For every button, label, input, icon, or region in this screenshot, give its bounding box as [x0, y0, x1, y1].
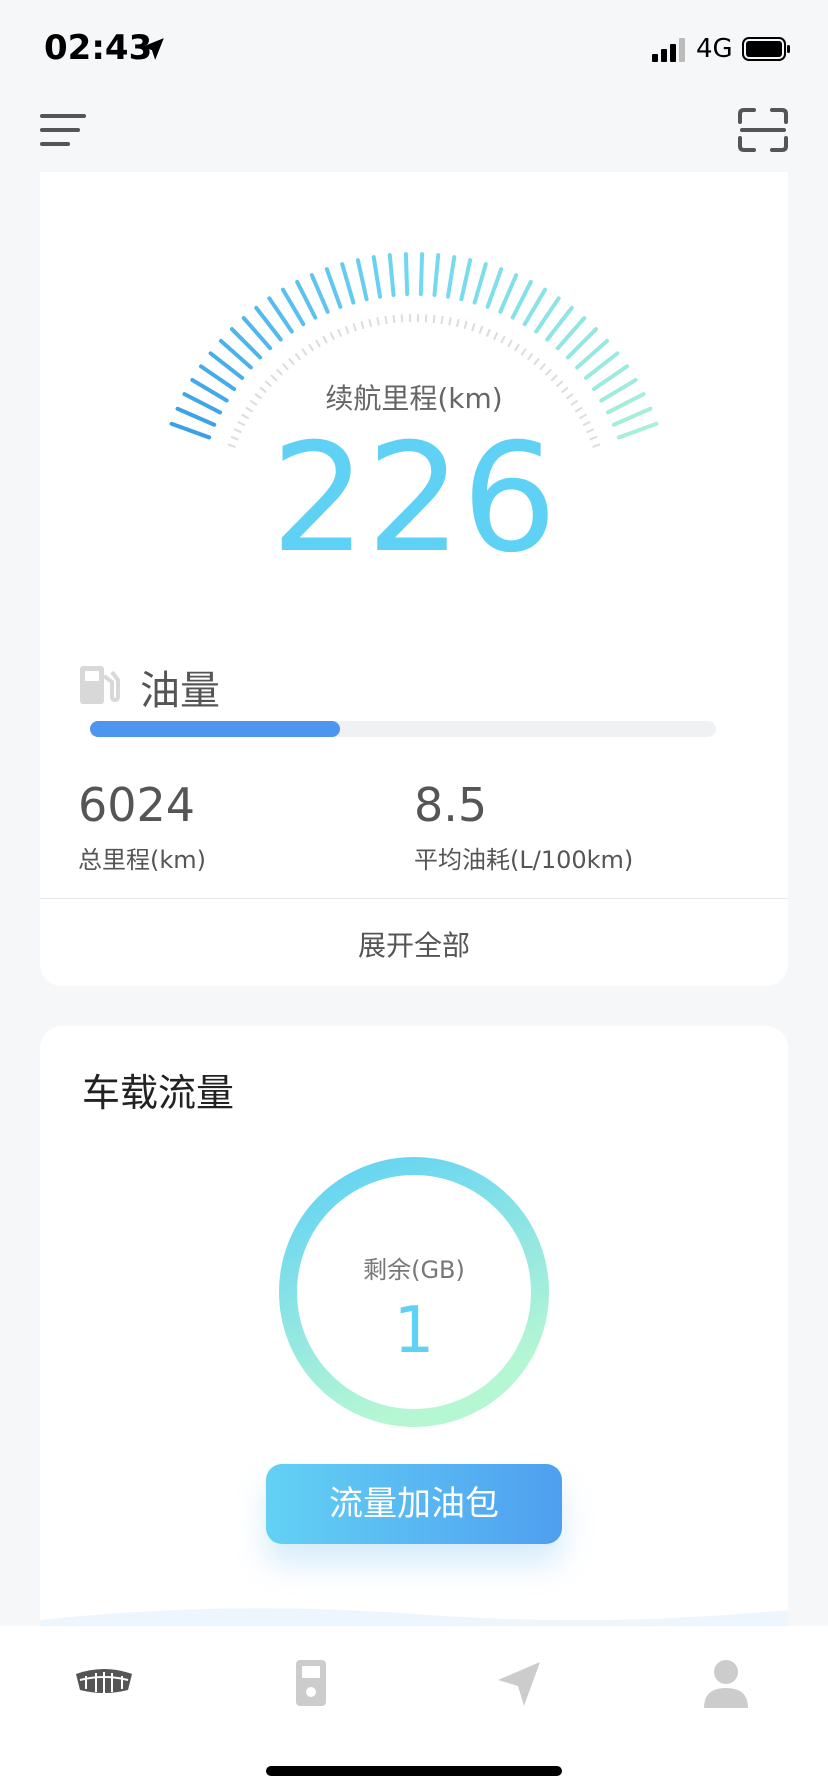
fuel-pump-icon — [80, 666, 120, 704]
gauge-minor-tick — [463, 320, 468, 330]
gauge-minor-tick — [281, 363, 289, 371]
gauge-minor-tick — [432, 314, 436, 324]
gauge-minor-tick — [485, 328, 491, 337]
gauge-minor-tick — [301, 348, 308, 356]
divider — [40, 898, 788, 899]
gauge-minor-tick — [352, 323, 357, 332]
gauge-minor-tick — [455, 318, 460, 328]
gauge-minor-tick — [368, 318, 373, 328]
gauge-minor-tick — [344, 325, 350, 334]
gauge-minor-tick — [360, 320, 365, 330]
tab-navigation-icon[interactable] — [490, 1656, 550, 1712]
tab-car-grille-icon[interactable] — [74, 1656, 134, 1712]
gauge-minor-tick — [471, 323, 476, 332]
gauge-minor-tick — [440, 315, 444, 325]
gauge-tick — [309, 273, 330, 314]
remaining-value: 1 — [393, 1294, 435, 1368]
gauge-minor-tick — [507, 339, 513, 348]
status-time: 02:43 — [44, 28, 153, 68]
gauge-tick — [522, 287, 547, 327]
gauge-tick — [355, 258, 369, 302]
battery-icon — [742, 37, 790, 61]
gauge-tick — [446, 255, 457, 299]
gauge-tick — [324, 267, 343, 309]
gauge-minor-tick — [329, 332, 335, 341]
status-bar: 02:43 4G — [0, 0, 828, 100]
gauge-tick — [510, 279, 533, 320]
home-indicator — [266, 1766, 562, 1776]
fuel-level-bar — [90, 721, 716, 737]
gauge-minor-tick — [478, 325, 484, 334]
data-card-title: 车载流量 — [82, 1071, 235, 1115]
network-type: 4G — [696, 34, 733, 64]
scan-icon[interactable] — [736, 106, 790, 154]
top-nav — [0, 100, 828, 176]
gauge-minor-tick — [493, 332, 499, 341]
tab-fuel-pump-icon[interactable] — [282, 1656, 342, 1712]
gauge-minor-tick — [513, 343, 520, 352]
gauge-tick — [472, 262, 488, 305]
avg-consumption-label: 平均油耗(L/100km) — [414, 846, 634, 874]
gauge-tick — [403, 252, 410, 297]
total-mileage-value: 6024 — [78, 778, 196, 832]
range-value: 226 — [270, 412, 558, 586]
data-remaining-ring — [279, 1157, 549, 1427]
gauge-minor-tick — [337, 328, 343, 337]
gauge-minor-tick — [539, 363, 547, 371]
remaining-label: 剩余(GB) — [363, 1256, 465, 1284]
tab-user-icon[interactable] — [696, 1656, 756, 1712]
location-arrow-icon — [142, 38, 164, 60]
gauge-minor-tick — [288, 357, 295, 366]
gauge-minor-tick — [448, 317, 452, 326]
fuel-label: 油量 — [140, 668, 220, 714]
gauge-minor-tick — [545, 368, 553, 376]
gauge-tick — [459, 258, 473, 302]
gauge-minor-tick — [322, 335, 328, 344]
gauge-minor-tick — [520, 348, 527, 356]
fuel-level-fill — [90, 721, 341, 737]
gauge-tick — [371, 255, 382, 299]
gauge-minor-tick — [315, 339, 321, 348]
gauge-tick — [387, 253, 396, 297]
gauge-minor-tick — [308, 343, 315, 352]
gauge-minor-tick — [294, 352, 302, 361]
gauge-tick — [340, 262, 356, 305]
gauge-minor-tick — [533, 357, 540, 366]
signal-icon — [652, 38, 685, 62]
expand-all-button[interactable]: 展开全部 — [40, 924, 788, 964]
gauge-tick — [418, 252, 425, 297]
data-traffic-card: 车载流量 剩余(GB) 1 流量加油包 — [40, 1026, 788, 1666]
gauge-minor-tick — [384, 315, 388, 325]
data-refill-button[interactable]: 流量加油包 — [266, 1464, 562, 1544]
gauge-minor-tick — [526, 352, 534, 361]
gauge-tick — [295, 279, 318, 320]
total-mileage-label: 总里程(km) — [78, 846, 207, 874]
gauge-tick — [432, 253, 441, 297]
gauge-minor-tick — [500, 335, 506, 344]
gauge-minor-tick — [376, 317, 380, 326]
range-card: 续航里程(km) 226 油量 6024 总里程(km) 8.5 平均油耗(L/… — [40, 172, 788, 986]
gauge-minor-tick — [392, 314, 396, 324]
range-label: 续航里程(km) — [325, 382, 503, 415]
gauge-tick — [281, 287, 306, 327]
avg-consumption-value: 8.5 — [414, 778, 488, 832]
menu-icon[interactable] — [38, 110, 90, 150]
gauge-tick — [498, 273, 519, 314]
gauge-minor-tick — [275, 368, 283, 376]
gauge-tick — [485, 267, 504, 309]
